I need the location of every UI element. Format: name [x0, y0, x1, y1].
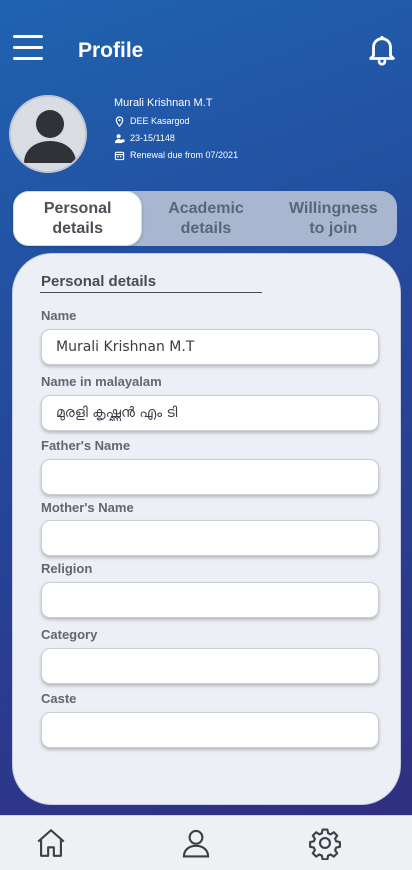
- person-id-icon: [114, 133, 125, 143]
- name-label: Name: [41, 308, 77, 323]
- location-pin-icon: [115, 115, 124, 127]
- category-label: Category: [41, 627, 98, 642]
- profile-name: Murali Krishnan M.T: [114, 97, 213, 109]
- profile-summary: Murali Krishnan M.T DEE Kasargod 23-15/1…: [0, 90, 412, 185]
- tab-personal-details[interactable]: Personal details: [13, 191, 143, 246]
- name-malayalam-input[interactable]: [41, 395, 379, 431]
- profile-registration-row: 23-15/1148: [114, 132, 238, 144]
- name-input[interactable]: [41, 329, 379, 365]
- profile-renewal: Renewal due from 07/2021: [130, 150, 239, 160]
- category-input[interactable]: [41, 648, 379, 684]
- tab-label: Personal details: [43, 199, 112, 237]
- profile-location-row: DEE Kasargod: [114, 115, 238, 127]
- app-header: Profile: [0, 0, 412, 90]
- section-title: Personal details: [41, 273, 157, 290]
- tab-label: Academic details: [168, 199, 244, 237]
- user-icon[interactable]: [179, 826, 213, 860]
- settings-icon[interactable]: [308, 826, 342, 860]
- caste-input[interactable]: [41, 712, 379, 748]
- calendar-icon: [114, 151, 125, 160]
- personal-details-form: Personal details Name Name in malayalam …: [12, 253, 401, 805]
- bell-icon[interactable]: [365, 33, 399, 67]
- mother-name-label: Mother's Name: [41, 500, 134, 515]
- profile-registration: 23-15/1148: [130, 133, 175, 143]
- person-silhouette-icon: [24, 110, 76, 163]
- tab-label: Willingness to join: [288, 199, 378, 237]
- tab-academic-details[interactable]: Academic details: [142, 191, 269, 246]
- caste-label: Caste: [41, 691, 77, 706]
- avatar[interactable]: [9, 95, 87, 173]
- name-malayalam-label: Name in malayalam: [41, 374, 162, 389]
- page-title: Profile: [78, 39, 144, 62]
- religion-input[interactable]: [41, 582, 379, 618]
- father-name-input[interactable]: [41, 459, 379, 495]
- father-name-label: Father's Name: [41, 438, 131, 453]
- menu-icon[interactable]: [13, 35, 43, 61]
- profile-info: Murali Krishnan M.T DEE Kasargod 23-15/1…: [114, 97, 238, 166]
- religion-label: Religion: [41, 561, 93, 576]
- home-icon[interactable]: [34, 826, 68, 860]
- mother-name-input[interactable]: [41, 520, 379, 556]
- bottom-nav: [0, 815, 412, 870]
- profile-renewal-row: Renewal due from 07/2021: [114, 149, 238, 161]
- tab-willingness-to-join[interactable]: Willingness to join: [270, 191, 397, 246]
- profile-tabs: Personal details Academic details Willin…: [13, 191, 397, 246]
- section-divider: [40, 292, 262, 293]
- profile-location: DEE Kasargod: [130, 116, 190, 126]
